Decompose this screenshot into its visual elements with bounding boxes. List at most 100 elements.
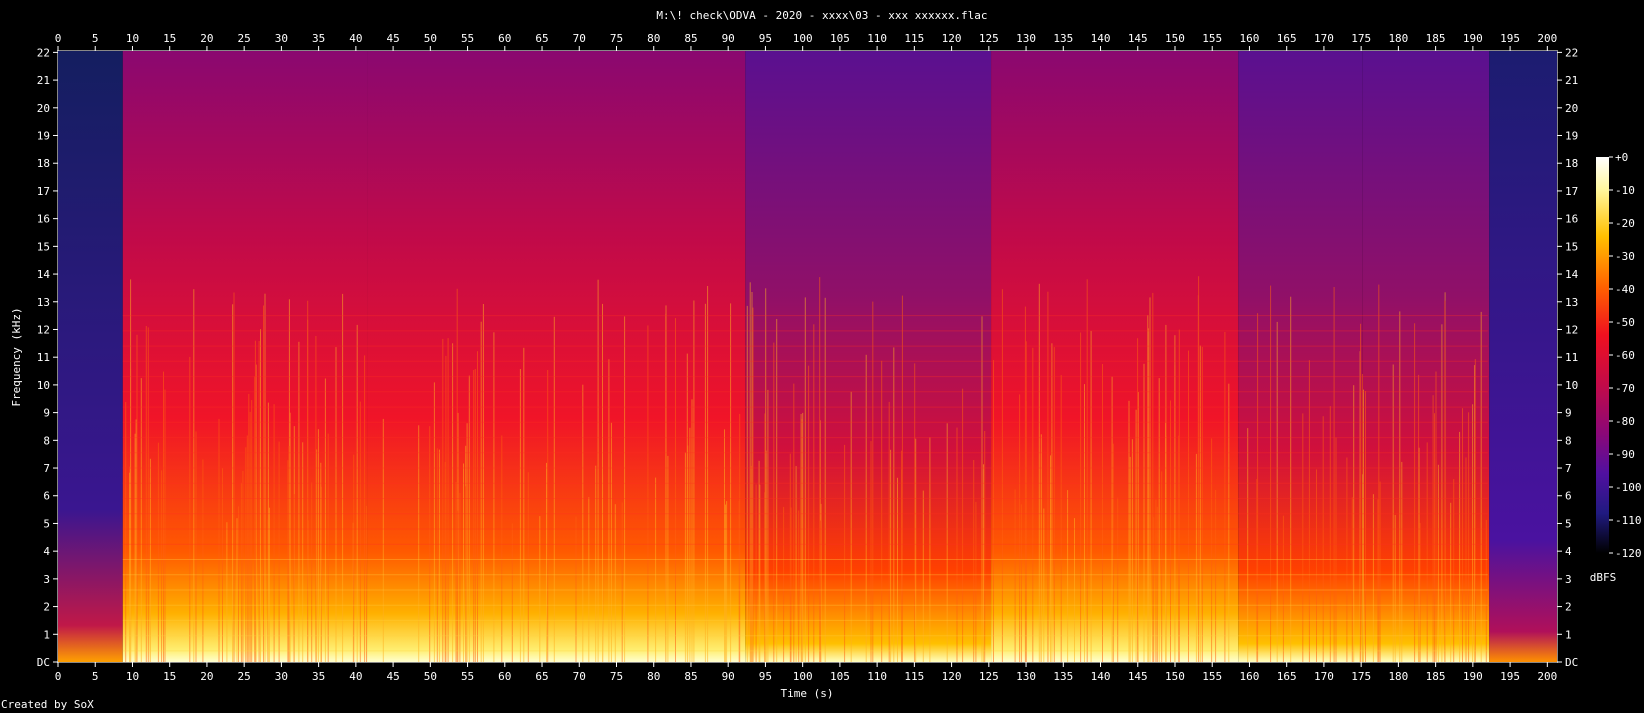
transient-streak — [260, 329, 261, 662]
transient-streak — [621, 502, 623, 662]
transient-streak — [324, 378, 326, 662]
transient-streak — [311, 482, 313, 662]
transient-streak — [647, 325, 649, 662]
transient-streak — [819, 520, 821, 662]
transient-streak — [267, 402, 269, 662]
transient-streak — [813, 324, 815, 662]
x-tick-label-top: 20 — [200, 32, 213, 45]
transient-streak — [1485, 519, 1487, 662]
transient-streak — [929, 437, 931, 662]
transient-streak — [240, 482, 242, 662]
x-tick-label-top: 95 — [759, 32, 772, 45]
y-axis-right: DC12345678910111213141516171819202122 — [1557, 46, 1579, 669]
y-tick-label-right: 20 — [1565, 102, 1578, 115]
y-tick-label-right: 10 — [1565, 379, 1578, 392]
colorbar-tick-label: -90 — [1615, 448, 1635, 461]
y-tick-label-right: 19 — [1565, 130, 1578, 143]
y-tick-label-right: 1 — [1565, 628, 1572, 641]
colorbar-tick-label: +0 — [1615, 151, 1628, 164]
transient-streak — [1090, 330, 1092, 662]
transient-streak — [691, 399, 693, 662]
x-tick-label-top: 180 — [1388, 32, 1408, 45]
y-tick-label-left: 9 — [43, 407, 50, 420]
y-tick-label-right: 21 — [1565, 74, 1578, 87]
x-tick-label-bottom: 170 — [1314, 670, 1334, 683]
chart-title: M:\! check\ODVA - 2020 - xxxx\03 - xxx x… — [656, 9, 987, 22]
y-tick-label-left: 12 — [37, 323, 50, 336]
transient-streak — [1401, 461, 1403, 662]
x-tick-label-top: 135 — [1053, 32, 1073, 45]
colorbar-tick-label: -50 — [1615, 316, 1635, 329]
x-tick-label-bottom: 55 — [461, 670, 474, 683]
y-tick-label-right: 11 — [1565, 351, 1578, 364]
transient-streak — [901, 450, 903, 662]
transient-streak — [1032, 347, 1034, 662]
y-tick-label-left: 11 — [37, 351, 50, 364]
x-tick-label-bottom: 105 — [830, 670, 850, 683]
colorbar-tick-label: -40 — [1615, 283, 1635, 296]
transient-streak — [523, 347, 525, 662]
x-tick-label-bottom: 160 — [1240, 670, 1260, 683]
x-tick-label-top: 140 — [1091, 32, 1111, 45]
transient-streak — [436, 448, 438, 662]
transient-streak — [1362, 474, 1363, 662]
transient-streak — [1418, 447, 1420, 662]
colorbar-tick-label: -10 — [1615, 184, 1635, 197]
transient-streak — [1043, 508, 1045, 662]
x-tick-label-bottom: 200 — [1537, 670, 1557, 683]
colorbar: +0 -10 -20 -30 -40 -50 -60 -70 -80 -90 -100 -110 -12… — [1590, 151, 1642, 584]
x-tick-label-bottom: 140 — [1091, 670, 1111, 683]
x-tick-label-bottom: 110 — [867, 670, 887, 683]
transient-streak — [135, 419, 137, 662]
transient-streak — [382, 418, 384, 662]
y-tick-label-right: 2 — [1565, 601, 1572, 614]
x-tick-label-top: 155 — [1202, 32, 1222, 45]
transient-streak — [254, 340, 256, 662]
x-tick-label-top: 190 — [1463, 32, 1483, 45]
transient-streak — [1155, 499, 1157, 662]
transient-streak — [335, 347, 337, 662]
transient-streak — [872, 301, 874, 662]
transient-streak — [1195, 453, 1197, 662]
transient-streak — [1468, 412, 1470, 662]
transient-streak — [730, 303, 732, 662]
spectrum-segment-1 — [58, 51, 123, 662]
spectrum-segment-3 — [367, 51, 746, 662]
transient-streak — [850, 391, 852, 662]
transient-streak — [459, 493, 461, 662]
transient-streak — [1282, 515, 1284, 662]
x-tick-label-bottom: 115 — [904, 670, 924, 683]
transient-streak — [783, 506, 785, 662]
transient-streak — [547, 370, 549, 662]
x-tick-label-top: 105 — [830, 32, 850, 45]
spectrum-segment-7 — [1362, 51, 1490, 662]
x-tick-label-bottom: 35 — [312, 670, 325, 683]
y-axis-left: DC12345678910111213141516171819202122 — [37, 46, 58, 669]
transient-streak — [1399, 311, 1401, 662]
transient-streak — [442, 338, 444, 662]
transient-streak — [539, 516, 541, 662]
transient-streak — [480, 321, 482, 662]
transient-streak — [157, 442, 159, 662]
transient-streak — [307, 300, 309, 662]
transient-streak — [870, 441, 872, 662]
transient-streak — [739, 413, 741, 662]
x-tick-label-top: 145 — [1128, 32, 1148, 45]
transient-streak — [1020, 504, 1022, 662]
transient-streak — [302, 442, 304, 662]
transient-streak — [1158, 378, 1160, 662]
transient-streak — [287, 460, 289, 662]
transient-streak — [1102, 364, 1103, 662]
x-tick-label-bottom: 195 — [1500, 670, 1520, 683]
y-axis-label: Frequency (kHz) — [10, 307, 23, 406]
spectrum-segment-4 — [745, 51, 992, 662]
transient-streak — [359, 401, 361, 662]
transient-streak — [746, 305, 748, 662]
transient-streak — [455, 482, 457, 662]
x-tick-label-top: 175 — [1351, 32, 1371, 45]
spectrum-segment-2 — [122, 51, 368, 662]
transient-streak — [1053, 347, 1055, 662]
transient-streak — [1170, 400, 1171, 662]
y-tick-label-right: 14 — [1565, 268, 1579, 281]
transient-streak — [1363, 389, 1364, 662]
